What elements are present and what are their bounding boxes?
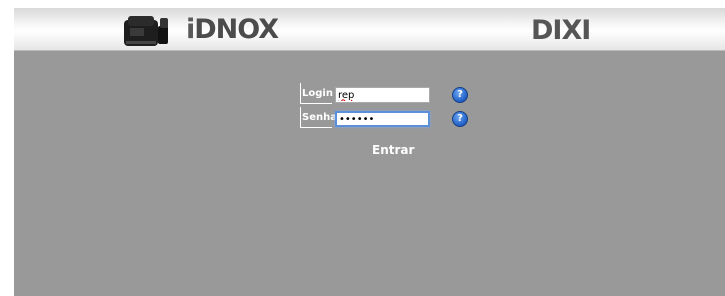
- login-form: Login ? Senha ? Entrar: [300, 83, 480, 157]
- login-input[interactable]: [335, 87, 430, 103]
- dixi-logo: DIXI: [531, 15, 591, 46]
- idnox-logo-text: DNOX: [194, 14, 279, 45]
- time-clock-device-icon: [124, 16, 168, 46]
- password-label: Senha: [300, 107, 337, 128]
- app-window: iDNOX DIXI Login ? Senha ? Entrar: [14, 8, 725, 296]
- header-bar: iDNOX DIXI: [14, 8, 725, 51]
- idnox-logo: iDNOX: [186, 14, 279, 45]
- login-submit-button[interactable]: Entrar: [372, 143, 414, 157]
- password-input[interactable]: [335, 111, 430, 127]
- login-help-icon[interactable]: ?: [452, 87, 468, 103]
- password-help-icon[interactable]: ?: [452, 111, 468, 127]
- login-label: Login: [300, 83, 333, 104]
